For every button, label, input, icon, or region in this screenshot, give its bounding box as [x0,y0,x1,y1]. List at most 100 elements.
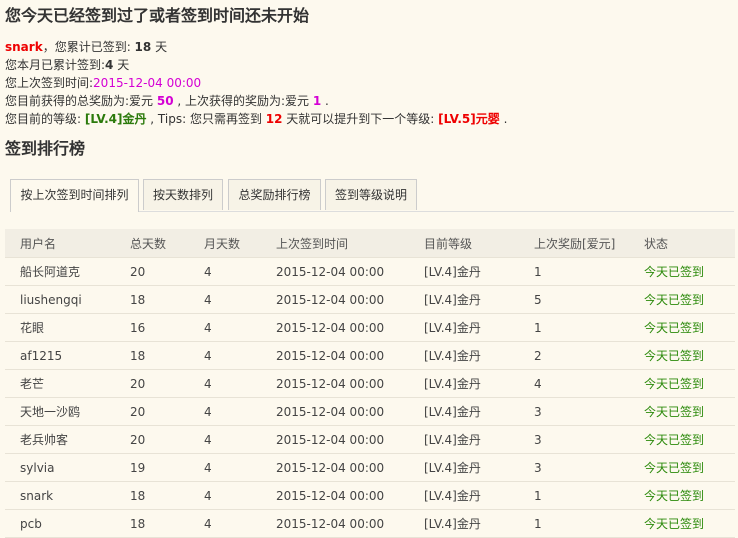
reward-mid: , 上次获得的奖励为:爱元 [173,94,313,108]
reward-suffix: . [321,94,329,108]
next-level-value: [LV.5]元婴 [438,112,500,126]
reward-line: 您目前获得的总奖励为:爱元 50 , 上次获得的奖励为:爱元 1 . [5,92,738,110]
table-row: af1215 18 4 2015-12-04 00:00 [LV.4]金丹 2 今天已签到 [5,341,735,370]
cell-username[interactable]: af1215 [5,341,130,370]
cell-level: [LV.4]金丹 [424,313,534,342]
table-row: 船长阿道克 20 4 2015-12-04 00:00 [LV.4]金丹 1 今天已签到 [5,257,735,286]
level-suffix: . [499,112,508,126]
cell-level: [LV.4]金丹 [424,341,534,370]
table-row: 老兵帅客 20 4 2015-12-04 00:00 [LV.4]金丹 3 今天已签到 [5,425,735,454]
cell-last-time: 2015-12-04 00:00 [276,397,424,426]
cell-month-days: 4 [204,285,276,314]
cell-month-days: 4 [204,453,276,482]
col-status: 状态 [644,229,735,258]
cell-username[interactable]: 天地一沙鸥 [5,397,130,426]
cell-total-days: 20 [130,425,204,454]
cell-level: [LV.4]金丹 [424,453,534,482]
cell-month-days: 4 [204,369,276,398]
col-level: 目前等级 [424,229,534,258]
cell-last-reward: 3 [534,397,644,426]
cell-username[interactable]: sylvia [5,453,130,482]
table-row: snark 18 4 2015-12-04 00:00 [LV.4]金丹 1 今天已签到 [5,481,735,510]
cell-username[interactable]: 船长阿道克 [5,257,130,286]
cell-last-time: 2015-12-04 00:00 [276,509,424,538]
cell-status: 今天已签到 [644,397,735,426]
cell-total-days: 20 [130,257,204,286]
level-mid2: 天就可以提升到下一个等级: [282,112,439,126]
col-last-time: 上次签到时间 [276,229,424,258]
cell-username[interactable]: snark [5,481,130,510]
cell-total-days: 20 [130,369,204,398]
level-mid: , Tips: 您只需再签到 [146,112,266,126]
cell-total-days: 19 [130,453,204,482]
cell-level: [LV.4]金丹 [424,425,534,454]
cell-last-reward: 1 [534,509,644,538]
reward-last-value: 1 [312,94,322,108]
tab-level-info[interactable]: 签到等级说明 [325,179,417,210]
tab-total-reward[interactable]: 总奖励排行榜 [228,179,321,210]
cell-username[interactable]: 老兵帅客 [5,425,130,454]
month-prefix: 您本月已累计签到: [5,58,106,72]
cell-status: 今天已签到 [644,425,735,454]
cell-username[interactable]: 花眼 [5,313,130,342]
cell-last-time: 2015-12-04 00:00 [276,481,424,510]
cell-month-days: 4 [204,509,276,538]
cell-status: 今天已签到 [644,369,735,398]
cell-last-reward: 3 [534,453,644,482]
cell-last-time: 2015-12-04 00:00 [276,453,424,482]
cell-last-reward: 4 [534,369,644,398]
total-signin-line: snark，您累计已签到: 18 天 [5,38,738,56]
table-header-row: 用户名 总天数 月天数 上次签到时间 目前等级 上次奖励[爱元] 状态 [5,229,735,258]
cell-total-days: 18 [130,341,204,370]
cell-username[interactable]: 老芒 [5,369,130,398]
cell-username[interactable]: liushengqi [5,285,130,314]
cell-last-time: 2015-12-04 00:00 [276,425,424,454]
cell-month-days: 4 [204,397,276,426]
col-total-days: 总天数 [130,229,204,258]
cell-username[interactable]: pcb [5,509,130,538]
ranking-tabs: 按上次签到时间排列 按天数排列 总奖励排行榜 签到等级说明 [10,179,734,212]
table-row: pcb 18 4 2015-12-04 00:00 [LV.4]金丹 1 今天已签到 [5,509,735,538]
cell-month-days: 4 [204,313,276,342]
month-signin-line: 您本月已累计签到:4 天 [5,56,738,74]
cell-last-reward: 5 [534,285,644,314]
cell-total-days: 18 [130,481,204,510]
cell-last-time: 2015-12-04 00:00 [276,257,424,286]
month-suffix: 天 [113,58,130,72]
cell-last-time: 2015-12-04 00:00 [276,313,424,342]
cell-last-reward: 2 [534,341,644,370]
signin-panel: 您今天已经签到过了或者签到时间还未开始 snark，您累计已签到: 18 天 您… [0,0,738,160]
cell-status: 今天已签到 [644,313,735,342]
tab-by-last-signin[interactable]: 按上次签到时间排列 [10,179,139,212]
cell-month-days: 4 [204,341,276,370]
cell-level: [LV.4]金丹 [424,257,534,286]
total-prefix: ，您累计已签到: [42,40,135,54]
username-link[interactable]: snark [5,40,43,54]
tab-by-days[interactable]: 按天数排列 [143,179,223,210]
ranking-table: 用户名 总天数 月天数 上次签到时间 目前等级 上次奖励[爱元] 状态 船长阿道… [5,229,735,538]
signin-status-title: 您今天已经签到过了或者签到时间还未开始 [5,6,310,25]
cell-level: [LV.4]金丹 [424,397,534,426]
last-signin-line: 您上次签到时间:2015-12-04 00:00 [5,74,738,92]
cell-status: 今天已签到 [644,453,735,482]
last-signin-time: 2015-12-04 00:00 [93,76,202,90]
ranking-table-body: 船长阿道克 20 4 2015-12-04 00:00 [LV.4]金丹 1 今天已签到 li… [5,257,735,538]
reward-total-value: 50 [156,94,174,108]
cell-level: [LV.4]金丹 [424,509,534,538]
cell-last-time: 2015-12-04 00:00 [276,341,424,370]
ranking-title: 签到排行榜 [5,139,86,158]
cell-status: 今天已签到 [644,481,735,510]
cell-status: 今天已签到 [644,509,735,538]
cell-last-reward: 3 [534,425,644,454]
cell-level: [LV.4]金丹 [424,481,534,510]
cell-last-reward: 1 [534,481,644,510]
cell-total-days: 18 [130,509,204,538]
cell-total-days: 18 [130,285,204,314]
cell-level: [LV.4]金丹 [424,285,534,314]
cell-last-reward: 1 [534,313,644,342]
current-level-value: [LV.4]金丹 [84,112,147,126]
cell-status: 今天已签到 [644,341,735,370]
col-month-days: 月天数 [204,229,276,258]
table-row: 花眼 16 4 2015-12-04 00:00 [LV.4]金丹 1 今天已签到 [5,313,735,342]
last-prefix: 您上次签到时间: [5,76,94,90]
